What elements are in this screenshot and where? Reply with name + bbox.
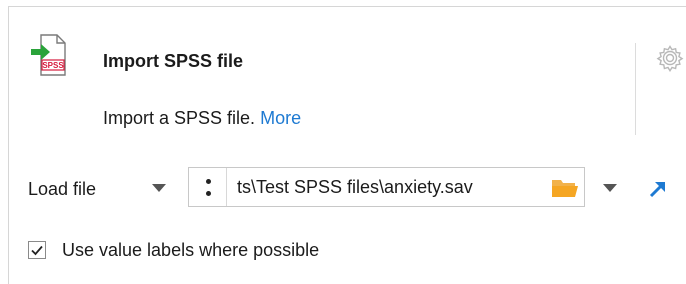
path-options-handle[interactable]	[189, 168, 227, 206]
handle-dot	[206, 191, 211, 196]
file-path-field[interactable]: ts\Test SPSS files\anxiety.sav	[188, 167, 585, 207]
spss-badge-text: SPSS	[42, 61, 64, 70]
use-value-labels-checkbox[interactable]	[28, 241, 46, 259]
path-history-dropdown-arrow[interactable]	[603, 184, 617, 192]
more-link[interactable]: More	[260, 108, 301, 128]
file-path-value[interactable]: ts\Test SPSS files\anxiety.sav	[237, 177, 473, 198]
use-value-labels-label: Use value labels where possible	[62, 240, 320, 260]
description-text: Import a SPSS file.	[103, 108, 256, 128]
page-title: Import SPSS file	[103, 51, 244, 71]
gear-icon[interactable]	[656, 44, 684, 72]
checkmark-icon	[31, 245, 43, 256]
open-location-arrow-icon[interactable]	[647, 177, 669, 199]
folder-icon[interactable]	[551, 177, 579, 199]
spss-file-import-icon: SPSS	[31, 34, 66, 76]
description: Import a SPSS file. More	[103, 108, 301, 129]
load-file-label: Load file	[28, 179, 97, 199]
load-mode-dropdown-arrow[interactable]	[152, 184, 166, 192]
vertical-divider	[635, 43, 636, 135]
handle-dot	[206, 179, 211, 184]
